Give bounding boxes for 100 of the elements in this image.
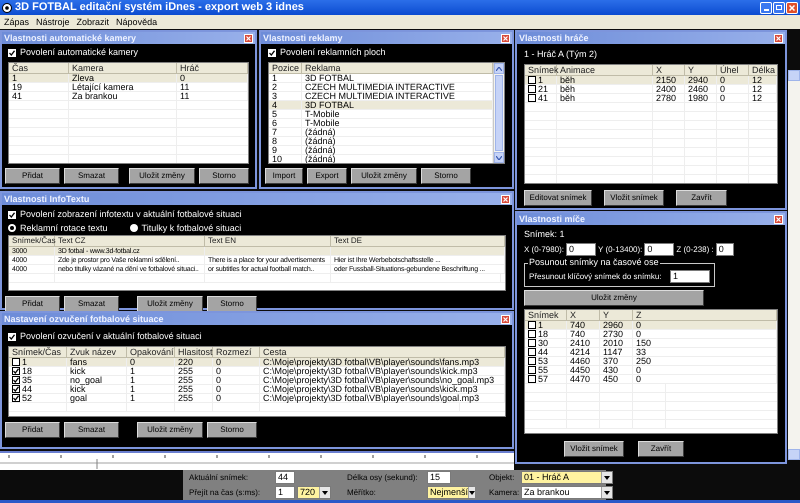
checkbox[interactable] bbox=[8, 332, 16, 340]
table-row[interactable]: 35 no_goal 1 255 0 C:\Moje\projekty\3D fotbal\VB\player\sounds\no_goal.mp3 bbox=[9, 376, 505, 385]
close-icon[interactable] bbox=[774, 34, 783, 42]
action-button[interactable]: Zavřít bbox=[676, 190, 727, 206]
input-field[interactable]: 1 bbox=[275, 486, 295, 499]
table-row[interactable]: 7 (žádná) bbox=[269, 128, 493, 137]
input-field[interactable]: 0 bbox=[566, 243, 596, 256]
action-button[interactable]: Smazat bbox=[64, 168, 119, 184]
action-button[interactable]: Smazat bbox=[64, 296, 119, 312]
radio-button[interactable] bbox=[130, 224, 138, 232]
checkbox[interactable] bbox=[268, 48, 276, 56]
close-icon[interactable] bbox=[244, 34, 253, 42]
checkbox[interactable] bbox=[12, 367, 20, 375]
table-row[interactable]: 1 běh 2150 2940 0 12 bbox=[525, 76, 777, 85]
input-field[interactable]: 0 bbox=[644, 243, 674, 256]
checkbox[interactable] bbox=[528, 339, 536, 347]
table-row[interactable]: 5 T-Mobile bbox=[269, 110, 493, 119]
action-button[interactable]: Vložit snímek bbox=[564, 441, 624, 457]
checkbox[interactable] bbox=[528, 357, 536, 365]
checkbox[interactable] bbox=[12, 385, 20, 393]
table-row[interactable]: 1 740 2960 0 bbox=[525, 321, 777, 330]
table-row[interactable]: 1 3D FOTBAL bbox=[269, 74, 493, 83]
table-row[interactable]: 30 2410 2010 150 bbox=[525, 339, 777, 348]
save-button[interactable]: Uložit změny bbox=[524, 290, 704, 306]
column-header[interactable]: Hráč bbox=[177, 63, 248, 73]
column-header[interactable]: Y bbox=[600, 310, 633, 320]
column-header[interactable]: Pozice bbox=[269, 63, 302, 73]
action-button[interactable]: Přidat bbox=[5, 168, 60, 184]
action-button[interactable]: Uložit změny bbox=[137, 422, 203, 438]
column-header[interactable]: Snímek bbox=[525, 65, 557, 75]
checkbox[interactable] bbox=[528, 366, 536, 374]
menu-item[interactable]: Nápověda bbox=[116, 18, 158, 26]
column-header[interactable]: Opakování bbox=[127, 347, 175, 357]
table-row[interactable]: 19 Létající kamera 11 bbox=[9, 83, 248, 92]
minimize-icon[interactable] bbox=[760, 2, 772, 14]
checkbox[interactable] bbox=[8, 210, 16, 218]
input-field[interactable]: 44 bbox=[275, 471, 295, 484]
table-row[interactable]: 53 4460 370 250 bbox=[525, 357, 777, 366]
table-row[interactable]: 21 běh 2400 2460 0 12 bbox=[525, 85, 777, 94]
table-row[interactable]: 1 fans 0 220 0 C:\Moje\projekty\3D fotbal\VB\player\sounds\fans.mp3 bbox=[9, 358, 505, 367]
column-header[interactable]: Rozmezí bbox=[213, 347, 260, 357]
column-header[interactable]: Z bbox=[633, 310, 777, 320]
table-row[interactable]: 1 Zleva 0 bbox=[9, 74, 248, 83]
action-button[interactable]: Přidat bbox=[5, 296, 60, 312]
input-field[interactable]: 1 bbox=[670, 270, 710, 283]
close-icon[interactable] bbox=[786, 2, 798, 14]
table-row[interactable]: 3 CZECH MULTIMEDIA INTERACTIVE bbox=[269, 92, 493, 101]
table-row[interactable]: 55 4450 430 0 bbox=[525, 366, 777, 375]
checkbox[interactable] bbox=[12, 358, 20, 366]
column-header[interactable]: Úhel bbox=[717, 65, 749, 75]
table-row[interactable]: 44 4214 1147 33 bbox=[525, 348, 777, 357]
table-row[interactable]: 6 T-Mobile bbox=[269, 119, 493, 128]
table-row[interactable]: 44 kick 1 255 0 C:\Moje\projekty\3D fotbal\VB\player\sounds\kick.mp3 bbox=[9, 385, 505, 394]
table-row[interactable]: 18 740 2730 0 bbox=[525, 330, 777, 339]
action-button[interactable]: Uložit změny bbox=[351, 168, 417, 184]
column-header[interactable]: Délka bbox=[749, 65, 777, 75]
column-header[interactable]: Snímek/Čas bbox=[9, 347, 67, 357]
column-header[interactable]: Čas bbox=[9, 63, 69, 73]
action-button[interactable]: Storno bbox=[421, 168, 471, 184]
column-header[interactable]: Text DE bbox=[331, 236, 505, 246]
action-button[interactable]: Přidat bbox=[5, 422, 60, 438]
action-button[interactable]: Smazat bbox=[64, 422, 119, 438]
menu-item[interactable]: Zápas bbox=[4, 18, 30, 26]
action-button[interactable]: Storno bbox=[199, 168, 249, 184]
checkbox[interactable] bbox=[528, 330, 536, 338]
input-field[interactable]: 15 bbox=[427, 471, 451, 484]
checkbox[interactable] bbox=[528, 375, 536, 383]
menu-item[interactable]: Nástroje bbox=[36, 18, 70, 26]
checkbox[interactable] bbox=[12, 376, 20, 384]
table-row[interactable]: 41 Za brankou 11 bbox=[9, 92, 248, 101]
column-header[interactable]: Zvuk název bbox=[67, 347, 127, 357]
action-button[interactable]: Editovat snímek bbox=[524, 190, 592, 206]
column-header[interactable]: Snímek/Čas bbox=[9, 236, 55, 246]
column-header[interactable]: Text EN bbox=[205, 236, 331, 246]
table-row[interactable]: 4 3D FOTBAL bbox=[269, 101, 493, 110]
close-icon[interactable] bbox=[501, 194, 510, 204]
close-icon[interactable] bbox=[501, 34, 510, 42]
restore-icon[interactable] bbox=[773, 2, 785, 14]
checkbox[interactable] bbox=[8, 48, 16, 56]
checkbox[interactable] bbox=[528, 85, 536, 93]
checkbox[interactable] bbox=[12, 394, 20, 402]
action-button[interactable]: Uložit změny bbox=[129, 168, 195, 184]
table-row[interactable]: 8 (žádná) bbox=[269, 137, 493, 146]
column-header[interactable]: X bbox=[653, 65, 685, 75]
action-button[interactable]: Zavřít bbox=[638, 441, 684, 457]
table-row[interactable]: 52 goal 1 255 0 C:\Moje\projekty\3D fotbal\VB\player\sounds\goal.mp3 bbox=[9, 394, 505, 403]
column-header[interactable]: Animace bbox=[557, 65, 653, 75]
action-button[interactable]: Storno bbox=[207, 296, 257, 312]
column-header[interactable]: X bbox=[567, 310, 600, 320]
close-icon[interactable] bbox=[774, 214, 783, 224]
table-row[interactable]: 18 kick 1 255 0 C:\Moje\projekty\3D fotbal\VB\player\sounds\kick.mp3 bbox=[9, 367, 505, 376]
radio-button[interactable] bbox=[8, 224, 16, 232]
table-row[interactable]: 57 4470 450 0 bbox=[525, 375, 777, 384]
column-header[interactable]: Cesta bbox=[260, 347, 505, 357]
table-row[interactable]: 9 (žádná) bbox=[269, 146, 493, 155]
action-button[interactable]: Vložit snímek bbox=[604, 190, 664, 206]
dropdown[interactable]: 01 - Hráč A bbox=[521, 471, 613, 484]
column-header[interactable]: Snímek bbox=[525, 310, 567, 320]
checkbox[interactable] bbox=[528, 94, 536, 102]
action-button[interactable]: Export bbox=[307, 168, 347, 184]
